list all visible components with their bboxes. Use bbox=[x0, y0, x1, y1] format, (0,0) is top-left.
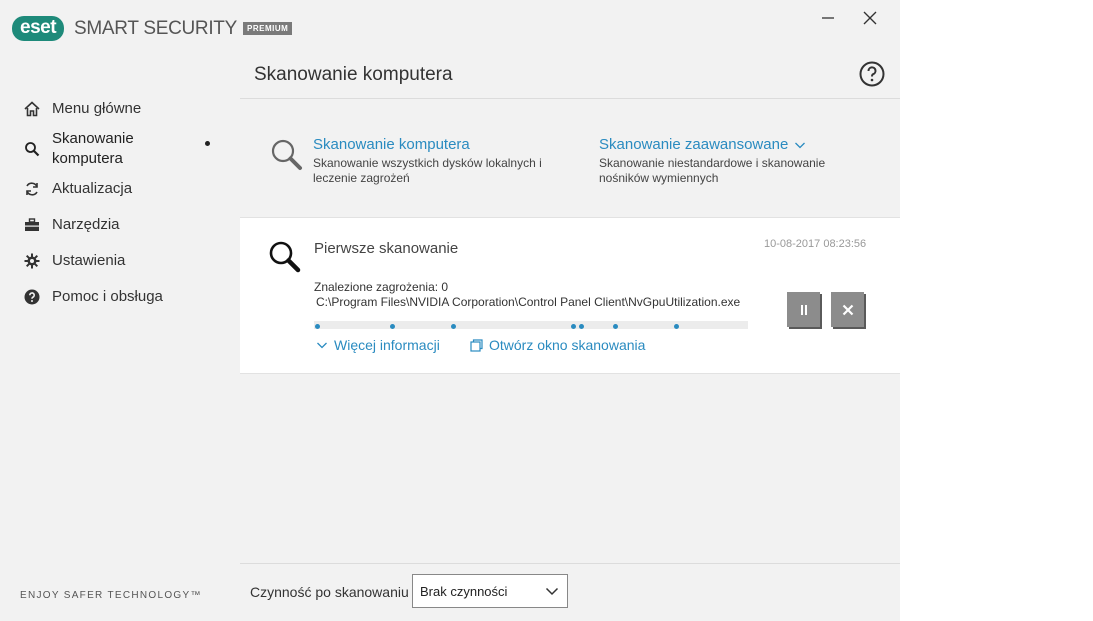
open-scan-window-label: Otwórz okno skanowania bbox=[489, 337, 646, 353]
current-file-path: C:\Program Files\NVIDIA Corporation\Cont… bbox=[316, 295, 741, 309]
chevron-down-icon bbox=[545, 586, 559, 596]
sidebar-item-label: Pomoc i obsługa bbox=[52, 288, 163, 305]
threats-found: Znalezione zagrożenia: 0 bbox=[314, 280, 449, 294]
computer-scan-option[interactable]: Skanowanie komputera Skanowanie wszystki… bbox=[313, 136, 553, 186]
window-icon bbox=[470, 338, 483, 352]
minimize-icon bbox=[822, 17, 834, 19]
progress-bar bbox=[314, 321, 748, 329]
more-info-label: Więcej informacji bbox=[334, 337, 440, 353]
more-info-link[interactable]: Więcej informacji bbox=[316, 337, 440, 353]
refresh-icon bbox=[24, 181, 40, 197]
progress-dot bbox=[571, 324, 576, 329]
close-button[interactable] bbox=[858, 8, 882, 28]
eset-logo: eset SMART SECURITY PREMIUM bbox=[12, 16, 293, 41]
progress-dot bbox=[613, 324, 618, 329]
page-title: Skanowanie komputera bbox=[254, 64, 453, 85]
scan-title: Pierwsze skanowanie bbox=[314, 240, 459, 257]
product-name: SMART SECURITY bbox=[74, 17, 237, 39]
progress-dot bbox=[315, 324, 320, 329]
computer-scan-link[interactable]: Skanowanie komputera bbox=[313, 136, 553, 153]
chevron-down-icon bbox=[795, 142, 806, 148]
advanced-scan-desc: Skanowanie niestandardowe i skanowanie n… bbox=[599, 156, 826, 185]
pause-button[interactable] bbox=[787, 292, 820, 327]
open-scan-window-link[interactable]: Otwórz okno skanowania bbox=[470, 337, 645, 353]
sidebar-item-label: Skanowanie komputera bbox=[52, 130, 134, 167]
gear-icon bbox=[24, 253, 40, 269]
progress-dot bbox=[451, 324, 456, 329]
sidebar-item-menu[interactable]: Menu główne bbox=[0, 99, 240, 119]
progress-dot bbox=[674, 324, 679, 329]
advanced-scan-option[interactable]: Skanowanie zaawansowane Skanowanie niest… bbox=[599, 136, 839, 186]
sidebar-item-help[interactable]: Pomoc i obsługa bbox=[0, 287, 240, 307]
scan-card: Pierwsze skanowanie 10-08-2017 08:23:56 … bbox=[240, 217, 900, 374]
minimize-button[interactable] bbox=[816, 8, 840, 28]
divider bbox=[240, 98, 900, 99]
stop-button[interactable] bbox=[831, 292, 864, 327]
pause-icon bbox=[800, 304, 807, 315]
scan-timestamp: 10-08-2017 08:23:56 bbox=[764, 238, 867, 250]
search-icon bbox=[24, 141, 40, 157]
magnifier-icon bbox=[268, 240, 302, 279]
divider bbox=[240, 563, 900, 564]
sidebar-item-label: Narzędzia bbox=[52, 216, 120, 233]
sidebar-item-label: Ustawienia bbox=[52, 252, 126, 269]
edition-badge: PREMIUM bbox=[243, 22, 293, 35]
help-circle-icon bbox=[24, 289, 40, 305]
toolbox-icon bbox=[24, 217, 40, 233]
chevron-down-icon bbox=[316, 340, 328, 350]
help-icon[interactable] bbox=[859, 61, 885, 87]
brand-badge: eset bbox=[12, 16, 65, 41]
home-icon bbox=[24, 101, 40, 117]
sidebar-item-tools[interactable]: Narzędzia bbox=[0, 215, 240, 235]
sidebar-item-label: Aktualizacja bbox=[52, 180, 133, 197]
progress-dot bbox=[390, 324, 395, 329]
tagline: ENJOY SAFER TECHNOLOGY™ bbox=[20, 590, 202, 601]
app-window: eset SMART SECURITY PREMIUM Menu główne … bbox=[0, 0, 900, 621]
sidebar: Menu główne Skanowanie komputera Aktuali… bbox=[0, 90, 240, 307]
close-icon bbox=[863, 11, 877, 25]
advanced-scan-label: Skanowanie zaawansowane bbox=[599, 136, 789, 153]
after-scan-label: Czynność po skanowaniu bbox=[250, 584, 409, 600]
sidebar-item-update[interactable]: Aktualizacja bbox=[0, 179, 240, 199]
after-scan-dropdown[interactable]: Brak czynności bbox=[412, 574, 568, 608]
magnifier-icon bbox=[270, 138, 304, 177]
sidebar-item-settings[interactable]: Ustawienia bbox=[0, 251, 240, 271]
progress-dot bbox=[579, 324, 584, 329]
sidebar-item-label: Menu główne bbox=[52, 100, 142, 117]
active-indicator bbox=[205, 141, 210, 146]
stop-icon bbox=[842, 304, 853, 315]
after-scan-value: Brak czynności bbox=[420, 583, 508, 599]
advanced-scan-link[interactable]: Skanowanie zaawansowane bbox=[599, 136, 839, 153]
sidebar-item-scan[interactable]: Skanowanie komputera bbox=[0, 129, 240, 169]
computer-scan-desc: Skanowanie wszystkich dysków lokalnych i… bbox=[313, 156, 542, 185]
